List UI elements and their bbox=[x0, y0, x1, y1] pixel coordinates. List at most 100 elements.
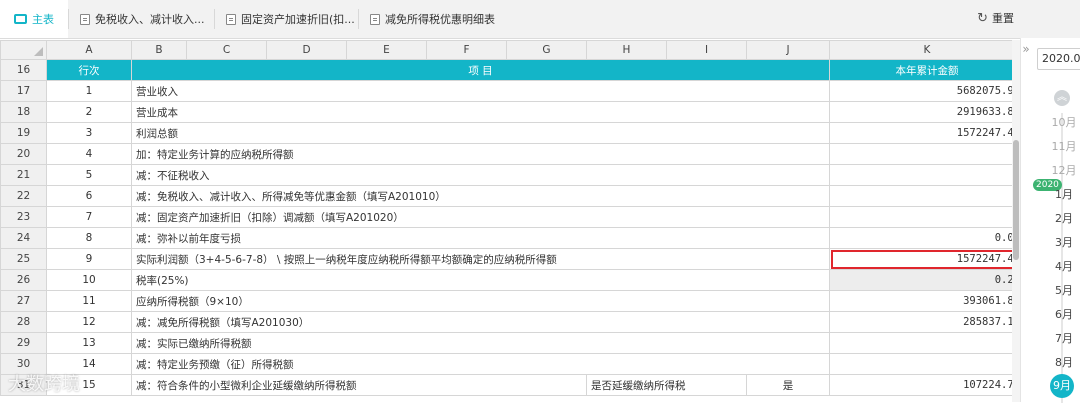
column-header[interactable]: D bbox=[266, 40, 347, 60]
table-row: 2913减：实际已缴纳所得税额0 bbox=[0, 332, 1012, 354]
row-index-cell: 13 bbox=[46, 332, 132, 354]
tab-fixed-asset-depreciation[interactable]: 固定资产加速折旧(扣... bbox=[226, 0, 354, 38]
row-number[interactable]: 29 bbox=[0, 332, 47, 354]
scroll-up-button[interactable]: ︽ bbox=[1054, 90, 1070, 106]
tab-tax-exempt-income[interactable]: 免税收入、减计收入... bbox=[80, 0, 214, 38]
row-number[interactable]: 22 bbox=[0, 185, 47, 207]
refresh-icon: ↻ bbox=[977, 10, 988, 26]
column-header[interactable]: A bbox=[46, 40, 132, 60]
amount-cell[interactable]: 2919633.80 bbox=[829, 101, 1012, 123]
column-header[interactable]: I bbox=[666, 40, 747, 60]
row-index-cell: 6 bbox=[46, 185, 132, 207]
column-header[interactable]: K bbox=[829, 40, 1012, 60]
vertical-scrollbar[interactable] bbox=[1012, 40, 1020, 402]
sheet-icon bbox=[80, 13, 90, 25]
row-number[interactable]: 20 bbox=[0, 143, 47, 165]
month-item[interactable]: 10月 bbox=[1051, 114, 1077, 130]
table-header-row: 16 行次 项 目 本年累计金额 bbox=[0, 59, 1012, 81]
table-row: 248减：弥补以前年度亏损0.00 bbox=[0, 227, 1012, 249]
month-item[interactable]: 12月 bbox=[1051, 162, 1077, 178]
tab-tax-reduction-detail[interactable]: 减免所得税优惠明细表 bbox=[370, 0, 500, 38]
table-row: 182营业成本2919633.80 bbox=[0, 101, 1012, 123]
amount-cell[interactable]: 0.00 bbox=[829, 227, 1012, 249]
row-index-cell: 9 bbox=[46, 248, 132, 270]
row-number[interactable]: 27 bbox=[0, 290, 47, 312]
amount-cell[interactable]: 0 bbox=[829, 353, 1012, 375]
row-number[interactable]: 25 bbox=[0, 248, 47, 270]
reset-button[interactable]: ↻ 重置 bbox=[977, 0, 1014, 36]
row-index-cell: 14 bbox=[46, 353, 132, 375]
row-number[interactable]: 16 bbox=[0, 59, 47, 81]
amount-cell[interactable]: 0.25 bbox=[829, 269, 1012, 291]
amount-cell[interactable]: 107224.74 bbox=[829, 374, 1012, 396]
deferral-value-cell[interactable]: 是 bbox=[746, 374, 830, 396]
row-number[interactable]: 26 bbox=[0, 269, 47, 291]
month-item[interactable]: 3月 bbox=[1051, 234, 1077, 250]
item-cell: 营业收入 bbox=[131, 80, 830, 102]
item-cell: 减：免税收入、减计收入、所得减免等优惠金额（填写A201010） bbox=[131, 185, 830, 207]
tab-divider bbox=[214, 9, 215, 29]
table-row: 215减：不征税收入0 bbox=[0, 164, 1012, 186]
column-header[interactable]: C bbox=[186, 40, 267, 60]
row-index-cell: 5 bbox=[46, 164, 132, 186]
amount-cell[interactable]: 0 bbox=[829, 185, 1012, 207]
amount-cell[interactable]: 0 bbox=[829, 332, 1012, 354]
amount-cell[interactable]: 1572247.40 bbox=[829, 122, 1012, 144]
column-header[interactable]: J bbox=[746, 40, 830, 60]
month-item[interactable]: 6月 bbox=[1051, 306, 1077, 322]
row-number[interactable]: 23 bbox=[0, 206, 47, 228]
amount-cell[interactable]: 5682075.99 bbox=[829, 80, 1012, 102]
header-annual-amount: 本年累计金额 bbox=[829, 59, 1012, 81]
column-header[interactable]: G bbox=[506, 40, 587, 60]
month-item[interactable]: 7月 bbox=[1051, 330, 1077, 346]
row-number[interactable]: 31 bbox=[0, 374, 47, 396]
table-row: 237减：固定资产加速折旧（扣除）调减额（填写A201020）0 bbox=[0, 206, 1012, 228]
reset-label: 重置 bbox=[992, 12, 1014, 25]
row-index-cell: 8 bbox=[46, 227, 132, 249]
amount-cell[interactable]: 393061.85 bbox=[829, 290, 1012, 312]
column-header[interactable]: F bbox=[426, 40, 507, 60]
month-item[interactable]: 2月 bbox=[1051, 210, 1077, 226]
row-index-cell: 4 bbox=[46, 143, 132, 165]
month-item[interactable]: 5月 bbox=[1051, 282, 1077, 298]
row-number[interactable]: 17 bbox=[0, 80, 47, 102]
sheet-icon bbox=[226, 13, 236, 25]
tab-divider bbox=[358, 9, 359, 29]
tab-label: 主表 bbox=[32, 13, 54, 26]
home-icon bbox=[14, 14, 27, 24]
column-header[interactable]: E bbox=[346, 40, 427, 60]
amount-cell[interactable]: 285837.11 bbox=[829, 311, 1012, 333]
scrollbar-thumb[interactable] bbox=[1013, 140, 1019, 260]
collapse-panel-icon[interactable]: » bbox=[1020, 42, 1032, 56]
month-item[interactable]: 8月 bbox=[1051, 354, 1077, 370]
column-header[interactable]: B bbox=[131, 40, 187, 60]
amount-cell[interactable]: 0 bbox=[829, 164, 1012, 186]
month-item-current[interactable]: 9月 bbox=[1050, 374, 1074, 398]
month-item[interactable]: 1月 bbox=[1051, 186, 1077, 202]
select-all-corner[interactable] bbox=[0, 40, 47, 60]
tab-bar: 主表 免税收入、减计收入... 固定资产加速折旧(扣... 减免所得税优惠明细表… bbox=[0, 0, 1080, 39]
table-row: 2610税率(25%)0.25 bbox=[0, 269, 1012, 291]
amount-cell[interactable]: 0 bbox=[829, 143, 1012, 165]
spreadsheet: A B C D E F G H I J K 16 行次 项 目 本年累计金额 1… bbox=[0, 40, 1012, 402]
row-number[interactable]: 30 bbox=[0, 353, 47, 375]
month-item[interactable]: 11月 bbox=[1051, 138, 1077, 154]
row-number[interactable]: 24 bbox=[0, 227, 47, 249]
item-cell: 减：特定业务预缴（征）所得税额 bbox=[131, 353, 830, 375]
month-item[interactable]: 4月 bbox=[1051, 258, 1077, 274]
row-number[interactable]: 19 bbox=[0, 122, 47, 144]
row-number[interactable]: 18 bbox=[0, 101, 47, 123]
row-number[interactable]: 28 bbox=[0, 311, 47, 333]
amount-cell-highlighted[interactable]: 1572247.40 bbox=[829, 248, 1012, 270]
row-index-cell: 7 bbox=[46, 206, 132, 228]
row-number[interactable]: 21 bbox=[0, 164, 47, 186]
amount-cell[interactable]: 0 bbox=[829, 206, 1012, 228]
item-cell: 应纳所得税额（9×10） bbox=[131, 290, 830, 312]
column-header[interactable]: H bbox=[586, 40, 667, 60]
item-cell: 实际利润额（3+4-5-6-7-8） \ 按照上一纳税年度应纳税所得额平均额确定… bbox=[131, 248, 830, 270]
tab-main-table[interactable]: 主表 bbox=[0, 0, 68, 38]
row-index-cell: 2 bbox=[46, 101, 132, 123]
table-row: 25 9 实际利润额（3+4-5-6-7-8） \ 按照上一纳税年度应纳税所得额平均… bbox=[0, 248, 1012, 270]
tab-label: 固定资产加速折旧(扣... bbox=[241, 13, 354, 26]
period-field[interactable]: 2020.09 bbox=[1037, 48, 1080, 70]
